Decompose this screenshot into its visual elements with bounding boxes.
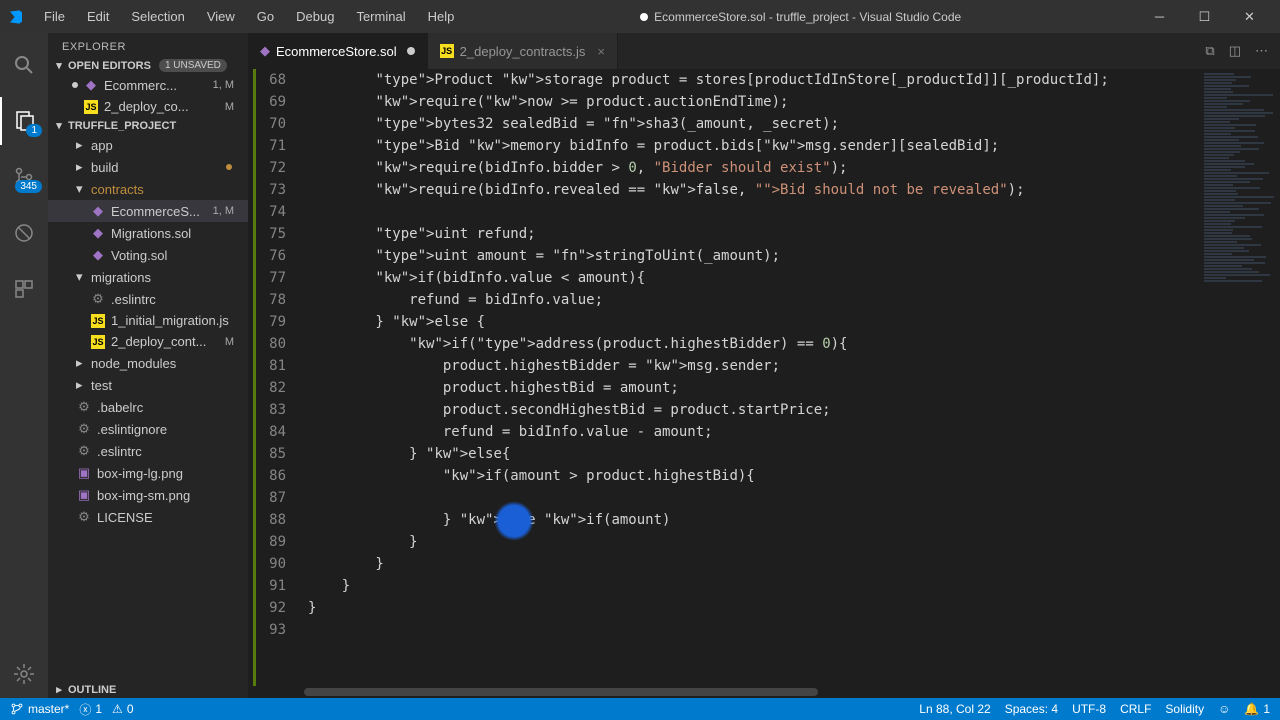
project-label: TRUFFLE_PROJECT bbox=[68, 120, 176, 132]
activity-bar: 1 345 bbox=[0, 33, 48, 698]
sidebar-header: EXPLORER bbox=[48, 33, 248, 57]
explorer-badge: 1 bbox=[26, 124, 42, 137]
menu-file[interactable]: File bbox=[34, 5, 75, 28]
explorer-icon[interactable]: 1 bbox=[0, 97, 48, 145]
scm-icon[interactable]: 345 bbox=[0, 153, 48, 201]
problems-status[interactable]: ⓧ 1 ⚠ 0 bbox=[79, 701, 133, 718]
maximize-button[interactable]: ☐ bbox=[1182, 3, 1227, 31]
tree-item[interactable]: ▾contracts bbox=[48, 178, 248, 200]
branch-status[interactable]: master* bbox=[10, 702, 69, 716]
eol-status[interactable]: CRLF bbox=[1120, 702, 1151, 716]
file-tree: ▸app▸build▾contracts◆EcommerceS...1, M◆M… bbox=[48, 134, 248, 681]
tree-item[interactable]: ▸node_modules bbox=[48, 352, 248, 374]
search-icon[interactable] bbox=[0, 41, 48, 89]
open-editor-item[interactable]: JS2_deploy_co...M bbox=[48, 96, 248, 117]
menu-go[interactable]: Go bbox=[247, 5, 284, 28]
menu-help[interactable]: Help bbox=[418, 5, 465, 28]
editor[interactable]: 6869707172737475767778798081828384858687… bbox=[248, 69, 1280, 686]
split-icon[interactable]: ◫ bbox=[1229, 43, 1241, 59]
tree-item[interactable]: ▾migrations bbox=[48, 266, 248, 288]
unsaved-badge: 1 UNSAVED bbox=[159, 59, 227, 72]
minimap[interactable] bbox=[1190, 69, 1280, 686]
tab-EcommerceStore-sol[interactable]: ◆EcommerceStore.sol bbox=[248, 33, 428, 69]
project-section[interactable]: ▾ TRUFFLE_PROJECT bbox=[48, 117, 248, 134]
line-gutter: 6869707172737475767778798081828384858687… bbox=[248, 69, 304, 686]
git-gutter-modified bbox=[253, 69, 256, 686]
sidebar: EXPLORER ▾ OPEN EDITORS 1 UNSAVED ◆Ecomm… bbox=[48, 33, 248, 698]
warning-count: 0 bbox=[127, 702, 134, 716]
error-icon: ⓧ bbox=[79, 701, 91, 718]
bell-icon: 🔔 bbox=[1244, 702, 1259, 716]
error-count: 1 bbox=[95, 702, 102, 716]
close-button[interactable]: ✕ bbox=[1227, 3, 1272, 31]
scm-badge: 345 bbox=[15, 180, 42, 193]
menu-edit[interactable]: Edit bbox=[77, 5, 119, 28]
menu-debug[interactable]: Debug bbox=[286, 5, 344, 28]
dirty-indicator-icon bbox=[640, 13, 648, 21]
tree-item[interactable]: ⚙.babelrc bbox=[48, 396, 248, 418]
tree-item[interactable]: ▣box-img-lg.png bbox=[48, 462, 248, 484]
tree-item[interactable]: ⚙.eslintrc bbox=[48, 288, 248, 310]
encoding-status[interactable]: UTF-8 bbox=[1072, 702, 1106, 716]
app-icon bbox=[8, 9, 24, 25]
tab-2_deploy_contracts-js[interactable]: JS2_deploy_contracts.js× bbox=[428, 33, 618, 69]
settings-icon[interactable] bbox=[0, 650, 48, 698]
tree-item[interactable]: ◆Voting.sol bbox=[48, 244, 248, 266]
tree-item[interactable]: JS2_deploy_cont...M bbox=[48, 331, 248, 352]
indent-status[interactable]: Spaces: 4 bbox=[1005, 702, 1058, 716]
window-title: EcommerceStore.sol - truffle_project - V… bbox=[464, 10, 1137, 24]
tree-item[interactable]: ◆EcommerceS...1, M bbox=[48, 200, 248, 222]
tree-item[interactable]: ⚙.eslintrc bbox=[48, 440, 248, 462]
outline-section[interactable]: ▸ OUTLINE bbox=[48, 681, 248, 698]
outline-label: OUTLINE bbox=[68, 684, 116, 696]
debug-icon[interactable] bbox=[0, 209, 48, 257]
tree-item[interactable]: ▸test bbox=[48, 374, 248, 396]
tree-item[interactable]: ▸build bbox=[48, 156, 248, 178]
extensions-icon[interactable] bbox=[0, 265, 48, 313]
menu-selection[interactable]: Selection bbox=[121, 5, 194, 28]
window-controls: ─ ☐ ✕ bbox=[1137, 3, 1272, 31]
warning-icon: ⚠ bbox=[112, 702, 123, 716]
horizontal-scrollbar[interactable] bbox=[304, 686, 1190, 698]
open-editors-section[interactable]: ▾ OPEN EDITORS 1 UNSAVED bbox=[48, 57, 248, 74]
editor-area: ◆EcommerceStore.solJS2_deploy_contracts.… bbox=[248, 33, 1280, 698]
tree-item[interactable]: ▣box-img-sm.png bbox=[48, 484, 248, 506]
diff-icon[interactable]: ⧉ bbox=[1205, 43, 1214, 59]
language-status[interactable]: Solidity bbox=[1165, 702, 1204, 716]
window-title-text: EcommerceStore.sol - truffle_project - V… bbox=[654, 10, 961, 24]
minimize-button[interactable]: ─ bbox=[1137, 3, 1182, 31]
branch-icon bbox=[10, 702, 24, 716]
menu-view[interactable]: View bbox=[197, 5, 245, 28]
menu-terminal[interactable]: Terminal bbox=[346, 5, 415, 28]
more-icon[interactable]: ⋯ bbox=[1255, 43, 1268, 59]
tab-actions: ⧉ ◫ ⋯ bbox=[1193, 33, 1280, 69]
bell-badge: 1 bbox=[1263, 702, 1270, 716]
status-bar: master* ⓧ 1 ⚠ 0 Ln 88, Col 22 Spaces: 4 UT… bbox=[0, 698, 1280, 720]
open-editor-item[interactable]: ◆Ecommerc...1, M bbox=[48, 74, 248, 96]
tree-item[interactable]: ⚙LICENSE bbox=[48, 506, 248, 528]
tree-item[interactable]: JS1_initial_migration.js bbox=[48, 310, 248, 331]
titlebar: File Edit Selection View Go Debug Termin… bbox=[0, 0, 1280, 33]
tree-item[interactable]: ▸app bbox=[48, 134, 248, 156]
code-content[interactable]: "type">Product "kw">storage product = st… bbox=[304, 69, 1190, 686]
tab-bar: ◆EcommerceStore.solJS2_deploy_contracts.… bbox=[248, 33, 1280, 69]
branch-name: master* bbox=[28, 702, 69, 716]
open-editors-list: ◆Ecommerc...1, MJS2_deploy_co...M bbox=[48, 74, 248, 117]
cursor-position[interactable]: Ln 88, Col 22 bbox=[919, 702, 990, 716]
tree-item[interactable]: ⚙.eslintignore bbox=[48, 418, 248, 440]
feedback-icon[interactable]: ☺ bbox=[1218, 702, 1230, 716]
notifications[interactable]: 🔔1 bbox=[1244, 702, 1270, 716]
tree-item[interactable]: ◆Migrations.sol bbox=[48, 222, 248, 244]
scroll-thumb[interactable] bbox=[304, 688, 818, 696]
menubar: File Edit Selection View Go Debug Termin… bbox=[34, 5, 464, 28]
open-editors-label: OPEN EDITORS bbox=[68, 60, 151, 72]
